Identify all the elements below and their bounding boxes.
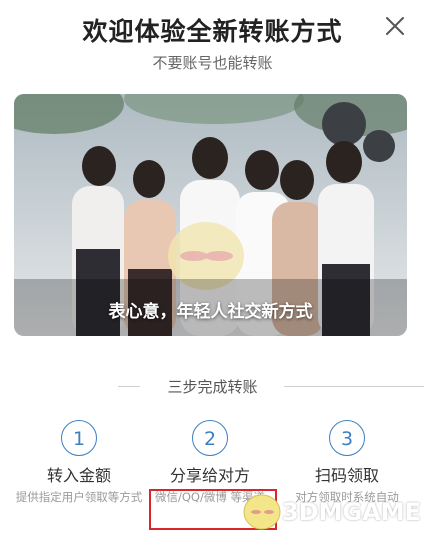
step-number: 2 xyxy=(192,420,228,456)
watermark-text: 3DMGAME xyxy=(282,498,422,526)
step-number: 3 xyxy=(329,420,365,456)
close-icon[interactable] xyxy=(383,14,407,38)
step-title: 扫码领取 xyxy=(314,466,379,485)
page-title: 欢迎体验全新转账方式 xyxy=(82,17,343,46)
page-subtitle: 不要账号也能转账 xyxy=(152,54,273,72)
divider-line-right xyxy=(284,386,424,387)
steps-divider: 三步完成转账 xyxy=(0,376,425,396)
step-title: 分享给对方 xyxy=(169,466,250,485)
banner-caption: 表心意，年轻人社交新方式 xyxy=(108,302,313,322)
promo-banner[interactable]: 表心意，年轻人社交新方式 xyxy=(14,94,407,336)
mascot-icon xyxy=(243,494,281,530)
step-description: 提供指定用户领取等方式 xyxy=(15,490,143,504)
step-title: 转入金额 xyxy=(46,466,111,485)
step-item: 1 转入金额 提供指定用户领取等方式 xyxy=(9,420,149,505)
step-number: 1 xyxy=(61,420,97,456)
site-watermark: 3DMGAME xyxy=(238,484,425,533)
